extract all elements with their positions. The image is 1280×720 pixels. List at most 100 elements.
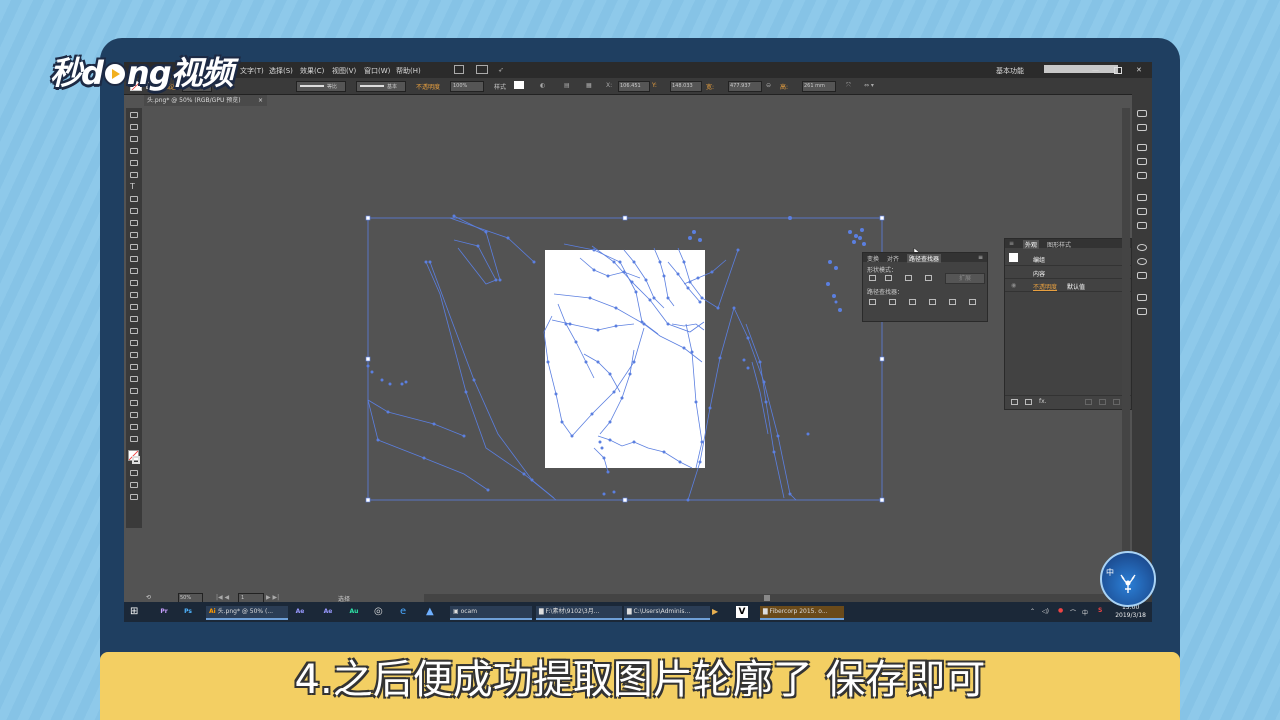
clear-appearance-icon[interactable] [1085, 399, 1092, 405]
watermark-logo: 秒d ng视频 [50, 54, 234, 92]
windows-taskbar: ⊞ Pr Ps Ai 头.png* @ 50% (... Ae Ae Au ◎ … [124, 602, 1152, 622]
appearance-row-group[interactable]: 编组 [1005, 251, 1131, 266]
color-guide-icon[interactable] [1137, 124, 1147, 131]
tray-up-icon[interactable]: ⌃ [1030, 608, 1035, 615]
taskbar-fibercorp-window[interactable]: ▇ Fibercorp 2015. o... [760, 606, 844, 620]
antivirus-icon[interactable]: ● [1058, 607, 1063, 614]
brushes-icon[interactable] [1137, 158, 1147, 165]
crop-icon[interactable] [929, 299, 936, 305]
minus-front-icon[interactable] [885, 275, 892, 281]
ime-indicator[interactable]: 中 [1082, 608, 1088, 617]
appearance-row-contents[interactable]: 内容 [1005, 266, 1131, 279]
appearance-row-opacity[interactable]: ◉ 不透明度 默认值 [1005, 279, 1131, 292]
image-trace-icon[interactable] [1137, 272, 1147, 279]
swatches-icon[interactable] [1137, 144, 1147, 151]
duplicate-item-icon[interactable] [1099, 399, 1106, 405]
clock-date: 2019/3/18 [1115, 612, 1146, 619]
rotate-view-icon[interactable]: ⟲ [146, 594, 151, 601]
pathfinder-panel-tabs: 变换 对齐 路径查找器 ≡ [863, 253, 987, 263]
audition-icon[interactable]: Au [348, 606, 360, 618]
resize-handle[interactable] [622, 215, 628, 221]
after-effects-icon[interactable]: Ae [294, 606, 306, 618]
shape-modes-label: 形状模式： [867, 267, 898, 274]
sogou-icon[interactable]: S [1098, 607, 1102, 614]
caption-text: 4.之后便成功提取图片轮廓了 保存即可 [294, 657, 986, 703]
delete-item-icon[interactable] [1113, 399, 1120, 405]
vertical-scrollbar[interactable] [1122, 108, 1130, 588]
artboard [545, 250, 705, 468]
color-panel-icon[interactable] [1137, 110, 1147, 117]
premiere-icon[interactable]: Pr [158, 606, 170, 618]
add-fill-icon[interactable] [1025, 399, 1032, 405]
resize-handle[interactable] [879, 356, 885, 362]
add-effect-button[interactable]: fx. [1039, 398, 1047, 405]
resize-handle[interactable] [365, 497, 371, 503]
panel-grip-icon[interactable]: ≡ [1009, 240, 1014, 247]
channel-avatar: 中 [1100, 551, 1156, 607]
tab-pathfinder[interactable]: 路径查找器 [907, 254, 942, 263]
v-app-icon[interactable]: V [736, 606, 748, 618]
symbols-icon[interactable] [1137, 172, 1147, 179]
opacity-link[interactable]: 不透明度 [1033, 282, 1057, 291]
resize-handle[interactable] [622, 497, 628, 503]
taskbar-ocam-window[interactable]: ▣ ocam [450, 606, 532, 620]
group-label: 编组 [1033, 257, 1046, 264]
app-arrow-icon[interactable]: ▲ [426, 606, 438, 618]
trim-icon[interactable] [889, 299, 896, 305]
after-effects-icon-2[interactable]: Ae [322, 606, 334, 618]
resize-handle[interactable] [365, 215, 371, 221]
network-icon[interactable]: ⌒ [1070, 608, 1076, 617]
intersect-icon[interactable] [905, 275, 912, 281]
minus-back-icon[interactable] [969, 299, 976, 305]
caption-banner: 4.之后便成功提取图片轮廓了 保存即可 [100, 652, 1180, 720]
appearance-panel-tabs: ≡ 外观 图形样式 ≡ [1005, 239, 1131, 249]
transparency-icon[interactable] [1137, 222, 1147, 229]
gradient-panel-icon[interactable] [1137, 208, 1147, 215]
scroll-thumb[interactable] [764, 595, 770, 601]
tab-transform[interactable]: 变换 [867, 254, 879, 263]
resize-handle[interactable] [365, 356, 371, 362]
graphic-styles-icon[interactable] [1137, 258, 1147, 265]
stroke-panel-icon[interactable] [1137, 194, 1147, 201]
outline-icon[interactable] [949, 299, 956, 305]
panel-menu-icon[interactable]: ≡ [978, 254, 983, 261]
appearance-panel: ≡ 外观 图形样式 ≡ 编组 内容 ◉ 不透明度 默认值 fx. [1004, 238, 1132, 410]
taskbar-folder-window-2[interactable]: ▇ C:\Users\Adminis... [624, 606, 710, 620]
tab-appearance[interactable]: 外观 [1023, 240, 1040, 249]
canvas[interactable] [124, 62, 1152, 622]
add-stroke-icon[interactable] [1011, 399, 1018, 405]
volume-icon[interactable]: ◁) [1042, 608, 1049, 615]
opacity-value: 默认值 [1067, 284, 1086, 291]
avatar-label: 中 [1106, 568, 1114, 577]
player-icon[interactable]: ▶ [712, 606, 724, 618]
next-artboard-icon[interactable]: ▶ ▶| [266, 594, 279, 601]
merge-icon[interactable] [909, 299, 916, 305]
taskbar-folder-window-1[interactable]: ▇ F:\素材\9102\3月... [536, 606, 622, 620]
photoshop-icon[interactable]: Ps [182, 606, 194, 618]
artboards-icon[interactable] [1137, 308, 1147, 315]
first-artboard-icon[interactable]: |◀ ◀ [216, 594, 229, 601]
resize-handle[interactable] [879, 215, 885, 221]
group-thumbnail [1009, 253, 1018, 262]
illustrator-window: 文字(T) 选择(S) 效果(C) 视图(V) 窗口(W) 帮助(H) ➶ 基本… [124, 62, 1152, 622]
resize-handle[interactable] [879, 497, 885, 503]
windows-start-icon[interactable]: ⊞ [130, 606, 140, 618]
contents-label: 内容 [1033, 271, 1046, 278]
media-player-icon[interactable]: ◎ [374, 606, 386, 618]
horizontal-scrollbar[interactable] [424, 594, 1124, 602]
tab-graphic-styles[interactable]: 图形样式 [1047, 240, 1071, 249]
edge-browser-icon[interactable]: e [400, 606, 412, 618]
expand-button[interactable]: 扩展 [945, 273, 985, 284]
layers-icon[interactable] [1137, 294, 1147, 301]
tab-align[interactable]: 对齐 [887, 254, 899, 263]
exclude-icon[interactable] [925, 275, 932, 281]
divide-icon[interactable] [869, 299, 876, 305]
visibility-eye-icon[interactable]: ◉ [1011, 282, 1016, 289]
right-panel-dock [1132, 82, 1152, 602]
play-logo-icon [102, 62, 127, 86]
appearance-icon[interactable] [1137, 244, 1147, 251]
pathfinders-label: 路径查找器： [867, 289, 904, 296]
unite-icon[interactable] [869, 275, 876, 281]
pathfinder-panel: 变换 对齐 路径查找器 ≡ 形状模式： 扩展 路径查找器： [862, 252, 988, 322]
taskbar-illustrator-window[interactable]: Ai 头.png* @ 50% (... [206, 606, 288, 620]
